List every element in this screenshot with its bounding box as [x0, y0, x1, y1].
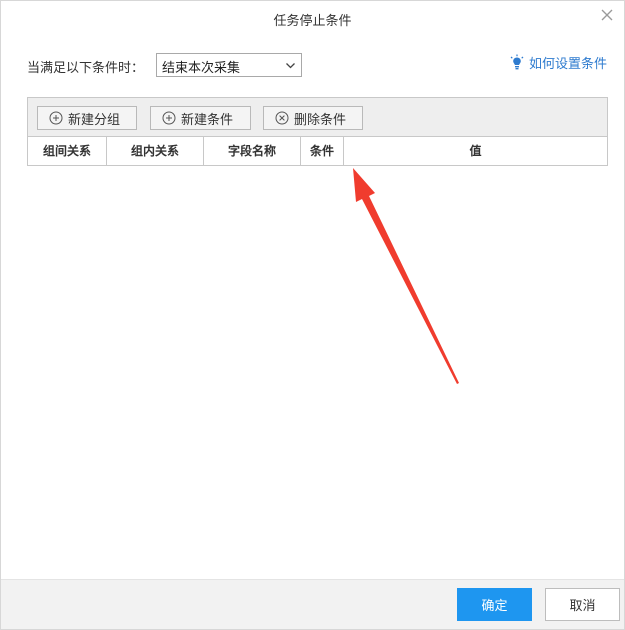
plus-circle-icon: [162, 111, 176, 125]
new-group-label: 新建分组: [68, 112, 121, 128]
help-link-text: 如何设置条件: [528, 56, 607, 72]
plus-circle-icon: [49, 111, 63, 125]
delete-condition-label: 删除条件: [294, 112, 347, 128]
column-header-field-name[interactable]: 字段名称: [204, 137, 301, 165]
dialog-title: 任务停止条件: [273, 14, 352, 29]
ok-button[interactable]: 确定: [457, 588, 532, 621]
cancel-button[interactable]: 取消: [545, 588, 620, 621]
chevron-down-icon: [286, 63, 295, 69]
how-to-set-conditions-link[interactable]: 如何设置条件: [510, 53, 607, 72]
grid-toolbar: 新建分组 新建条件 删除条件: [28, 98, 607, 136]
table-header: 组间关系 组内关系 字段名称 条件 值: [28, 136, 607, 165]
column-header-group-relation[interactable]: 组间关系: [28, 137, 107, 165]
close-icon: [601, 9, 613, 21]
condition-grid: 新建分组 新建条件 删除条件 组间关系 组内关系 字段名称 条件 值: [27, 97, 608, 166]
stop-action-value: 结束本次采集: [162, 61, 241, 76]
condition-label: 当满足以下条件时：: [27, 61, 145, 76]
dialog-footer: 确定 取消: [1, 579, 624, 629]
stop-action-select[interactable]: 结束本次采集: [156, 53, 302, 77]
close-button[interactable]: [598, 6, 616, 24]
lightbulb-icon: [510, 54, 524, 70]
new-group-button[interactable]: 新建分组: [37, 106, 137, 130]
close-circle-icon: [275, 111, 289, 125]
column-header-in-group-relation[interactable]: 组内关系: [107, 137, 204, 165]
task-stop-condition-dialog: 任务停止条件 当满足以下条件时： 结束本次采集 如何设置条件 新建分组 新建条件…: [0, 0, 625, 630]
new-condition-button[interactable]: 新建条件: [150, 106, 251, 130]
column-header-condition[interactable]: 条件: [301, 137, 344, 165]
delete-condition-button[interactable]: 删除条件: [263, 106, 363, 130]
title-bar: 任务停止条件: [1, 1, 624, 35]
new-condition-label: 新建条件: [181, 112, 234, 128]
column-header-value[interactable]: 值: [344, 137, 607, 165]
